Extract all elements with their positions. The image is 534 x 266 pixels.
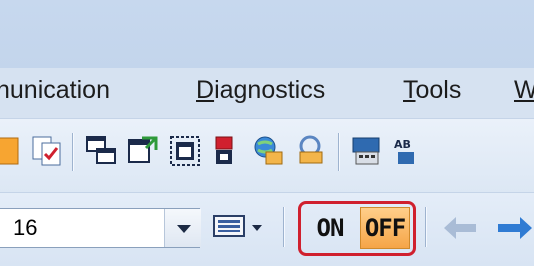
- svg-text:AB: AB: [394, 138, 411, 151]
- title-bar: [0, 0, 534, 68]
- window-select-icon[interactable]: [168, 134, 202, 168]
- toolbar-separator: [283, 207, 285, 247]
- zoom-value: 16: [13, 215, 38, 240]
- menu-diagnostics[interactable]: Diagnostics: [196, 76, 325, 105]
- menu-window-accel: W: [514, 76, 534, 104]
- chevron-down-icon[interactable]: [164, 209, 201, 247]
- device-memory-icon[interactable]: [350, 134, 384, 168]
- compare-checked-icon[interactable]: [30, 134, 64, 168]
- menu-diagnostics-accel: D: [196, 76, 215, 104]
- network-globe-icon[interactable]: [252, 134, 286, 168]
- menu-tools[interactable]: Tools: [403, 76, 461, 105]
- menu-communication[interactable]: nunication: [0, 76, 110, 105]
- menu-diagnostics-label: iagnostics: [214, 76, 326, 104]
- abc-text-icon[interactable]: AB: [392, 134, 426, 168]
- menu-window[interactable]: W: [514, 76, 534, 105]
- device-red-icon[interactable]: [210, 134, 244, 168]
- toolbar-separator: [72, 133, 74, 171]
- menu-tools-accel: T: [403, 76, 416, 104]
- partial-icon[interactable]: [0, 134, 24, 168]
- back-arrow-icon[interactable]: [442, 215, 478, 241]
- keyboard-icon[interactable]: [212, 209, 268, 247]
- window-arrange-icon[interactable]: [84, 134, 118, 168]
- on-button[interactable]: ON: [306, 209, 354, 247]
- toolbar-separator: [338, 133, 340, 171]
- menu-tools-label: ools: [415, 76, 462, 104]
- forward-arrow-icon[interactable]: [496, 215, 534, 241]
- toolbar-separator: [425, 207, 427, 247]
- window-restore-icon[interactable]: [126, 134, 160, 168]
- off-button[interactable]: OFF: [360, 207, 410, 249]
- monitor-toolbar: 16 ON OFF: [0, 192, 534, 266]
- zoom-combobox[interactable]: 16: [0, 208, 201, 248]
- menu-bar: nunication Diagnostics Tools W: [0, 68, 534, 118]
- folder-refresh-icon[interactable]: [294, 134, 328, 168]
- menu-communication-label: nunication: [0, 76, 110, 104]
- standard-toolbar: AB: [0, 118, 534, 193]
